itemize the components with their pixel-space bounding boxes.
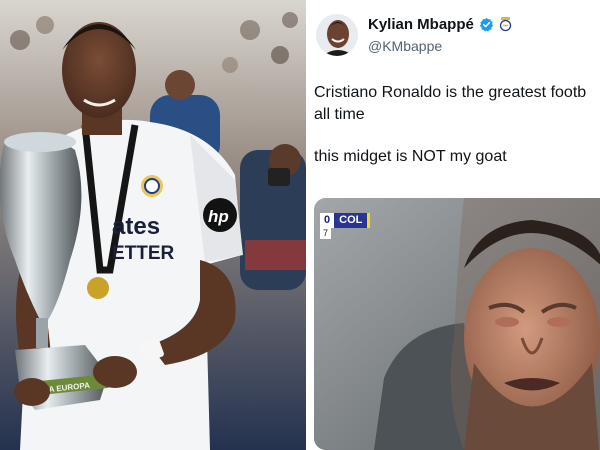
player-trophy-photo: ates ETTER hp LIGA EUROPA xyxy=(0,0,306,450)
club-crest xyxy=(141,175,163,197)
background-photographer xyxy=(240,144,306,290)
crying-player xyxy=(450,198,600,450)
tweet-card: Kylian Mbappé @KMbappe Cristiano Ronaldo… xyxy=(306,0,600,450)
scoreboard-score: 0 xyxy=(320,213,335,228)
tweet-text-line-2: all time xyxy=(314,106,365,123)
club-crest-badge-icon xyxy=(499,17,512,32)
tweet-media-image[interactable]: 0 COL 7 xyxy=(314,198,600,450)
scoreboard: 0 COL xyxy=(320,213,371,228)
display-name[interactable]: Kylian Mbappé xyxy=(368,16,474,33)
tweet-text: Cristiano Ronaldo is the greatest footb … xyxy=(314,82,600,168)
tweet-text-line-1: Cristiano Ronaldo is the greatest footb xyxy=(314,84,587,101)
scoreboard-minute: 7 xyxy=(320,228,332,239)
shirt-sponsor-text: ates xyxy=(112,213,160,240)
sleeve-logo: hp xyxy=(208,207,229,226)
user-handle[interactable]: @KMbappe xyxy=(368,38,442,54)
shirt-sponsor-text-2: ETTER xyxy=(112,243,175,264)
scoreboard-team: COL xyxy=(334,213,371,228)
avatar[interactable] xyxy=(316,14,358,56)
verified-badge-icon xyxy=(479,17,493,32)
tweet-text-line-3: this midget is NOT my goat xyxy=(314,148,507,165)
